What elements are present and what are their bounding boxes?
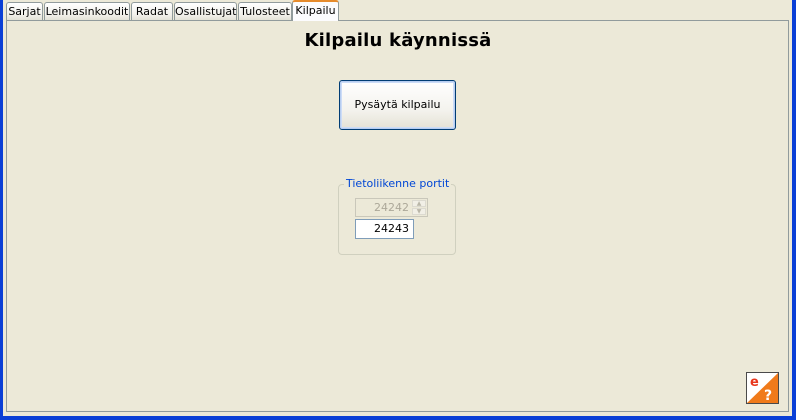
tab-radat[interactable]: Radat [131,2,173,20]
tab-tulosteet[interactable]: Tulosteet [238,2,292,20]
tab-sarjat[interactable]: Sarjat [6,2,43,20]
ports-group-label: Tietoliikenne portit [344,177,452,191]
tab-osallistujat[interactable]: Osallistujat [174,2,237,20]
window-frame-left [0,0,3,420]
svg-text:e: e [750,375,759,390]
port-spinner-value: 24242 [374,201,409,214]
stop-competition-button[interactable]: Pysäytä kilpailu [339,80,456,130]
tab-leimasinkoodit[interactable]: Leimasinkoodit [44,2,130,20]
spinner-buttons: ▲ ▼ [412,200,426,215]
tab-kilpailu[interactable]: Kilpailu [292,0,339,21]
spinner-up-arrow-icon: ▲ [412,200,426,207]
spinner-down-arrow-icon: ▼ [412,208,426,215]
window-frame-bottom [0,416,796,420]
port-input[interactable]: 24243 [355,219,414,239]
svg-text:?: ? [764,388,772,403]
orienteering-help-logo-icon[interactable]: e ? [746,372,779,404]
window-frame-right [792,0,796,420]
page-title: Kilpailu käynnissä [304,30,492,51]
port-spinner-disabled: 24242 ▲ ▼ [355,198,428,217]
